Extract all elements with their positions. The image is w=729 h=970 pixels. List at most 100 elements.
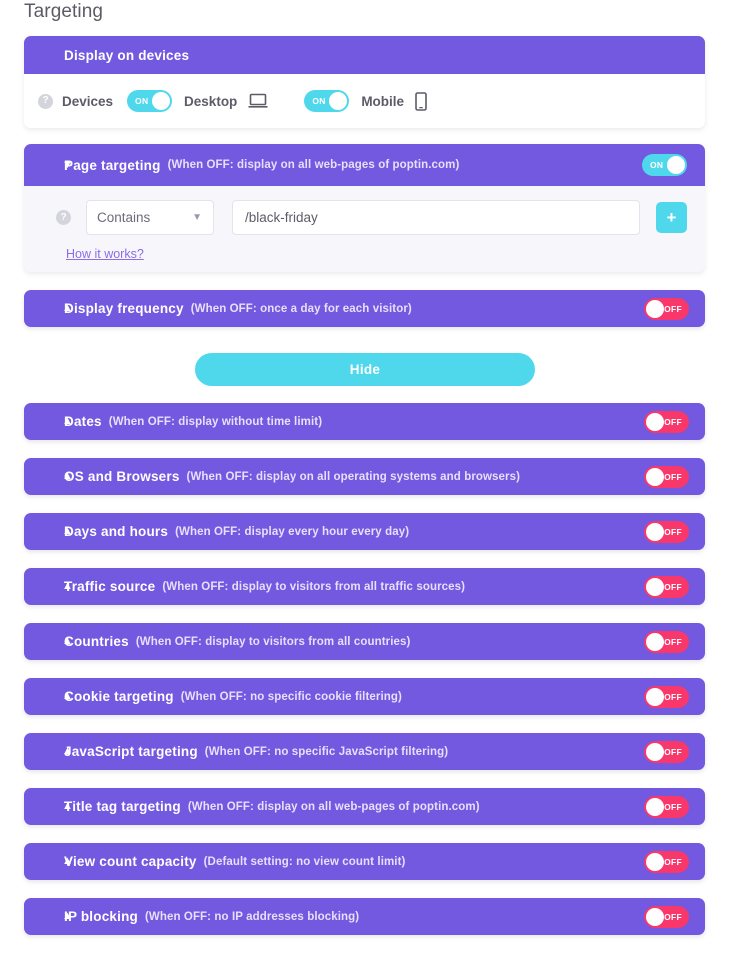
days-and-hours-toggle-state: OFF xyxy=(664,526,682,537)
os-and-browsers-toggle-state: OFF xyxy=(664,471,682,482)
section-cookie-targeting[interactable]: ▲ Cookie targeting (When OFF: no specific … xyxy=(24,678,705,715)
section-view-count-capacity[interactable]: ▲ View count capacity (Default setting: no… xyxy=(24,843,705,880)
cookie-targeting-title: Cookie targeting xyxy=(64,689,174,704)
countries-toggle-state: OFF xyxy=(664,636,682,647)
section-countries[interactable]: ▲ Countries (When OFF: display to visitors… xyxy=(24,623,705,660)
section-os-and-browsers[interactable]: ▲ OS and Browsers (When OFF: display on al… xyxy=(24,458,705,495)
display-frequency-title: Display frequency xyxy=(64,301,184,316)
section-javascript-targeting[interactable]: ▲ JavaScript targeting (When OFF: no speci… xyxy=(24,733,705,770)
chevron-up-icon[interactable]: ▲ xyxy=(62,526,73,537)
os-and-browsers-toggle-knob xyxy=(646,467,664,486)
traffic-source-toggle[interactable]: OFF xyxy=(644,575,689,598)
dates-subtitle: (When OFF: display without time limit) xyxy=(108,415,323,428)
page-targeting-card: ▼ Page targeting (When OFF: display on a… xyxy=(24,144,705,272)
view-count-capacity-toggle[interactable]: OFF xyxy=(644,850,689,873)
chevron-up-icon[interactable]: ▲ xyxy=(62,303,73,314)
chevron-up-icon[interactable]: ▲ xyxy=(62,746,73,757)
url-input[interactable]: /black-friday xyxy=(232,200,640,235)
page-targeting-body: ? Contains ▼ /black-friday + How it work… xyxy=(24,186,705,272)
javascript-targeting-toggle-state: OFF xyxy=(664,746,682,757)
page-targeting-toggle[interactable]: ON xyxy=(642,154,687,176)
traffic-source-subtitle: (When OFF: display to visitors from all … xyxy=(162,580,466,593)
section-traffic-source[interactable]: ▲ Traffic source (When OFF: display to vis… xyxy=(24,568,705,605)
page-title: Targeting xyxy=(24,1,104,22)
view-count-capacity-toggle-state: OFF xyxy=(664,856,682,867)
help-circle-icon[interactable]: ? xyxy=(38,93,53,109)
page-targeting-toggle-knob xyxy=(667,156,685,174)
ip-blocking-title: IP blocking xyxy=(64,909,138,924)
traffic-source-toggle-state: OFF xyxy=(664,581,682,592)
section-title-tag-targeting[interactable]: ▲ Title tag targeting (When OFF: display o… xyxy=(24,788,705,825)
help-circle-icon[interactable]: ? xyxy=(56,210,71,225)
how-it-works-link[interactable]: How it works? xyxy=(66,247,144,261)
section-ip-blocking[interactable]: ▲ IP blocking (When OFF: no IP addresses b… xyxy=(24,898,705,935)
devices-label: Devices xyxy=(62,93,114,109)
page-targeting-subtitle: (When OFF: display on all web-pages of p… xyxy=(167,159,460,171)
mobile-toggle[interactable]: ON xyxy=(304,90,350,112)
desktop-toggle[interactable]: ON xyxy=(127,90,173,112)
javascript-targeting-toggle[interactable]: OFF xyxy=(644,740,689,763)
javascript-targeting-toggle-knob xyxy=(646,742,664,761)
chevron-down-icon[interactable]: ▼ xyxy=(62,159,73,171)
traffic-source-title: Traffic source xyxy=(64,579,156,594)
mobile-toggle-knob xyxy=(329,92,348,110)
page-targeting-toggle-state: ON xyxy=(650,160,664,170)
countries-title: Countries xyxy=(64,634,129,649)
condition-select-value: Contains xyxy=(97,210,151,225)
os-and-browsers-toggle[interactable]: OFF xyxy=(644,465,689,488)
devices-label-group: ? Devices xyxy=(38,93,117,109)
ip-blocking-toggle-state: OFF xyxy=(664,911,682,922)
chevron-down-icon: ▼ xyxy=(192,212,202,223)
title-tag-targeting-title: Title tag targeting xyxy=(64,799,181,814)
section-display-frequency[interactable]: ▲ Display frequency (When OFF: once a da… xyxy=(24,290,705,327)
page-targeting-header[interactable]: ▼ Page targeting (When OFF: display on a… xyxy=(24,144,705,186)
section-dates[interactable]: ▲ Dates (When OFF: display without time li… xyxy=(24,403,705,440)
ip-blocking-subtitle: (When OFF: no IP addresses blocking) xyxy=(144,910,360,923)
title-tag-targeting-toggle-knob xyxy=(646,797,664,816)
cookie-targeting-toggle[interactable]: OFF xyxy=(644,685,689,708)
desktop-label: Desktop xyxy=(184,93,238,109)
javascript-targeting-title: JavaScript targeting xyxy=(64,744,198,759)
javascript-targeting-subtitle: (When OFF: no specific JavaScript filter… xyxy=(204,745,449,758)
page-targeting-title: Page targeting xyxy=(64,157,161,173)
chevron-up-icon[interactable]: ▲ xyxy=(62,636,73,647)
section-days-and-hours[interactable]: ▲ Days and hours (When OFF: display every … xyxy=(24,513,705,550)
display-frequency-subtitle: (When OFF: once a day for each visitor) xyxy=(190,302,412,315)
dates-toggle[interactable]: OFF xyxy=(644,410,689,433)
view-count-capacity-title: View count capacity xyxy=(64,854,197,869)
title-tag-targeting-toggle[interactable]: OFF xyxy=(644,795,689,818)
desktop-toggle-state: ON xyxy=(135,96,149,106)
title-tag-targeting-toggle-state: OFF xyxy=(664,801,682,812)
chevron-up-icon[interactable]: ▲ xyxy=(62,801,73,812)
hide-button[interactable]: Hide xyxy=(195,353,535,386)
title-tag-targeting-subtitle: (When OFF: display on all web-pages of p… xyxy=(187,800,480,813)
countries-subtitle: (When OFF: display to visitors from all … xyxy=(135,635,411,648)
ip-blocking-toggle[interactable]: OFF xyxy=(644,905,689,928)
mobile-label: Mobile xyxy=(361,93,405,109)
desktop-monitor-icon xyxy=(248,93,268,109)
display-on-devices-title: Display on devices xyxy=(64,47,190,63)
view-count-capacity-subtitle: (Default setting: no view count limit) xyxy=(203,855,406,868)
condition-select[interactable]: Contains ▼ xyxy=(86,200,214,235)
display-on-devices-card: Display on devices ? Devices ON Desktop xyxy=(24,36,705,128)
display-frequency-toggle[interactable]: OFF xyxy=(644,297,689,320)
days-and-hours-title: Days and hours xyxy=(64,524,169,539)
add-rule-button[interactable]: + xyxy=(656,202,687,233)
chevron-up-icon[interactable]: ▲ xyxy=(62,856,73,867)
days-and-hours-subtitle: (When OFF: display every hour every day) xyxy=(175,525,410,538)
chevron-up-icon[interactable]: ▲ xyxy=(62,471,73,482)
cookie-targeting-toggle-knob xyxy=(646,687,664,706)
traffic-source-toggle-knob xyxy=(646,577,664,596)
plus-icon: + xyxy=(666,208,677,227)
ip-blocking-toggle-knob xyxy=(646,907,664,926)
chevron-up-icon[interactable]: ▲ xyxy=(62,691,73,702)
cookie-targeting-subtitle: (When OFF: no specific cookie filtering) xyxy=(180,690,402,703)
countries-toggle[interactable]: OFF xyxy=(644,630,689,653)
display-frequency-toggle-knob xyxy=(646,299,664,318)
targeting-page: Targeting Display on devices ? Devices O… xyxy=(0,0,729,970)
days-and-hours-toggle[interactable]: OFF xyxy=(644,520,689,543)
chevron-up-icon[interactable]: ▲ xyxy=(62,581,73,592)
chevron-up-icon[interactable]: ▲ xyxy=(62,416,73,427)
countries-toggle-knob xyxy=(646,632,664,651)
chevron-up-icon[interactable]: ▲ xyxy=(62,911,73,922)
